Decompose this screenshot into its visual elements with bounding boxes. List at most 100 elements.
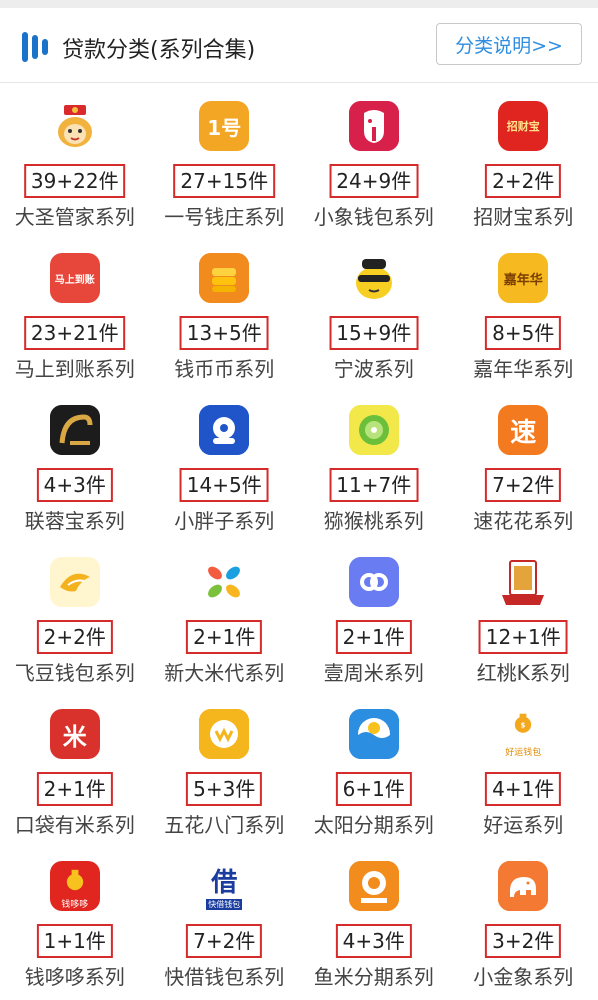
chubby-icon	[199, 405, 250, 455]
category-item-qianduoduo[interactable]: 钱哆哆 1+1件 钱哆哆系列	[0, 843, 150, 995]
count-badge: 11+7件	[329, 468, 419, 502]
count-badge: 4+1件	[485, 772, 562, 806]
grid-row: 米 2+1件 口袋有米系列 5+3件 五花八门系列 6+1件 太阳分期系列 $ …	[0, 691, 598, 843]
category-label: 一号钱庄系列	[164, 205, 285, 229]
coin-stack-icon	[199, 253, 250, 303]
elephant-icon	[348, 101, 399, 151]
count-badge: 6+1件	[335, 772, 412, 806]
category-label: 小象钱包系列	[313, 205, 434, 229]
category-item-xiaojinxiang[interactable]: 3+2件 小金象系列	[449, 843, 598, 995]
count-badge: 7+2件	[186, 924, 263, 958]
category-item-suhuahua[interactable]: 速 7+2件 速花花系列	[449, 387, 598, 539]
category-item-koudai[interactable]: 米 2+1件 口袋有米系列	[0, 691, 150, 843]
page-title: 贷款分类(系列合集)	[62, 38, 256, 63]
icon-subtext: 快借钱包	[206, 899, 243, 910]
category-item-kuaijie[interactable]: 借 快借钱包 7+2件 快借钱包系列	[150, 843, 300, 995]
page-header: 贷款分类(系列合集) 分类说明>>	[0, 8, 598, 83]
icon-text: 好运钱包	[505, 747, 542, 758]
icon-text: 米	[62, 722, 87, 751]
category-item-mashang[interactable]: 马上到账 23+21件 马上到账系列	[0, 235, 150, 387]
category-label: 钱哆哆系列	[24, 965, 125, 989]
koudai-icon: 米	[49, 709, 100, 759]
category-label: 快借钱包系列	[164, 965, 285, 989]
grid-row: 马上到账 23+21件 马上到账系列 13+5件 钱币币系列 15+9件 宁波系…	[0, 235, 598, 387]
icon-text: 速	[510, 417, 537, 448]
cool-chick-icon	[348, 253, 399, 303]
category-label: 小金象系列	[473, 965, 574, 989]
yihao-icon: 1号	[199, 101, 250, 151]
category-label: 口袋有米系列	[14, 813, 135, 837]
category-item-qianbibi[interactable]: 13+5件 钱币币系列	[150, 235, 300, 387]
category-item-xiaoxiang[interactable]: 24+9件 小象钱包系列	[299, 83, 449, 235]
count-badge: 7+2件	[485, 468, 562, 502]
count-badge: 23+21件	[23, 316, 126, 350]
count-badge: 15+9件	[329, 316, 419, 350]
category-item-hongtaok[interactable]: 12+1件 红桃K系列	[449, 539, 598, 691]
zhaocaibao-icon: 招财宝	[498, 101, 549, 151]
grid-row: 4+3件 联蓉宝系列 14+5件 小胖子系列 11+7件 猕猴桃系列 速 7+2…	[0, 387, 598, 539]
grid-row: 钱哆哆 1+1件 钱哆哆系列 借 快借钱包 7+2件 快借钱包系列 4+3件 鱼…	[0, 843, 598, 995]
category-label: 马上到账系列	[14, 357, 135, 381]
grid-row: 39+22件 大圣管家系列 1号 27+15件 一号钱庄系列 24+9件 小象钱…	[0, 83, 598, 235]
count-badge: 13+5件	[179, 316, 269, 350]
category-item-wuhua[interactable]: 5+3件 五花八门系列	[150, 691, 300, 843]
category-label: 大圣管家系列	[14, 205, 135, 229]
svg-text:$: $	[521, 721, 526, 729]
petals-icon	[199, 557, 250, 607]
category-item-yihao[interactable]: 1号 27+15件 一号钱庄系列	[150, 83, 300, 235]
category-label: 飞豆钱包系列	[14, 661, 135, 685]
category-explanation-button[interactable]: 分类说明>>	[436, 23, 582, 65]
count-badge: 4+3件	[335, 924, 412, 958]
count-badge: 1+1件	[36, 924, 113, 958]
yumi-icon	[348, 861, 399, 911]
category-label: 新大米代系列	[164, 661, 285, 685]
icon-text: 马上到账	[54, 274, 95, 286]
sun-icon	[348, 709, 399, 759]
category-item-yizhoumi[interactable]: 2+1件 壹周米系列	[299, 539, 449, 691]
category-label: 五花八门系列	[164, 813, 285, 837]
category-item-yumi[interactable]: 4+3件 鱼米分期系列	[299, 843, 449, 995]
category-label: 壹周米系列	[323, 661, 424, 685]
kiwi-icon	[348, 405, 399, 455]
grid-row: 2+2件 飞豆钱包系列 2+1件 新大米代系列 2+1件 壹周米系列 12+1件…	[0, 539, 598, 691]
count-badge: 12+1件	[478, 620, 568, 654]
category-bars-icon	[22, 32, 48, 62]
count-badge: 14+5件	[179, 468, 269, 502]
monkey-king-icon	[49, 101, 100, 151]
horse-icon: 马上到账	[49, 253, 100, 303]
count-badge: 4+3件	[36, 468, 113, 502]
money-bag-icon: 钱哆哆	[49, 861, 100, 911]
category-label: 好运系列	[483, 813, 564, 837]
wuhua-icon	[199, 709, 250, 759]
category-item-taiyang[interactable]: 6+1件 太阳分期系列	[299, 691, 449, 843]
category-label: 钱币币系列	[174, 357, 275, 381]
category-item-xindami[interactable]: 2+1件 新大米代系列	[150, 539, 300, 691]
kuaijie-icon: 借 快借钱包	[199, 861, 250, 911]
chain-link-icon	[348, 557, 399, 607]
category-item-xiaopangzi[interactable]: 14+5件 小胖子系列	[150, 387, 300, 539]
count-badge: 24+9件	[329, 164, 419, 198]
top-strip	[0, 0, 598, 8]
category-item-mihoutao[interactable]: 11+7件 猕猴桃系列	[299, 387, 449, 539]
count-badge: 39+22件	[23, 164, 126, 198]
icon-text: 1号	[207, 115, 242, 140]
category-label: 太阳分期系列	[313, 813, 434, 837]
category-item-feidou[interactable]: 2+2件 飞豆钱包系列	[0, 539, 150, 691]
category-item-haoyun[interactable]: $ 好运钱包 4+1件 好运系列	[449, 691, 598, 843]
suhuahua-icon: 速	[498, 405, 549, 455]
category-item-zhaocaibao[interactable]: 招财宝 2+2件 招财宝系列	[449, 83, 598, 235]
category-item-jianianhua[interactable]: 嘉年华 8+5件 嘉年华系列	[449, 235, 598, 387]
category-item-lianrongbao[interactable]: 4+3件 联蓉宝系列	[0, 387, 150, 539]
count-badge: 2+2件	[485, 164, 562, 198]
count-badge: 2+1件	[335, 620, 412, 654]
lianrongbao-icon	[49, 405, 100, 455]
jianianhua-icon: 嘉年华	[498, 253, 549, 303]
category-label: 招财宝系列	[473, 205, 574, 229]
category-item-dasheng[interactable]: 39+22件 大圣管家系列	[0, 83, 150, 235]
category-label: 猕猴桃系列	[323, 509, 424, 533]
count-badge: 27+15件	[173, 164, 276, 198]
icon-text: 招财宝	[506, 120, 540, 133]
count-badge: 8+5件	[485, 316, 562, 350]
icon-text: 借	[211, 868, 238, 898]
category-item-ningbo[interactable]: 15+9件 宁波系列	[299, 235, 449, 387]
